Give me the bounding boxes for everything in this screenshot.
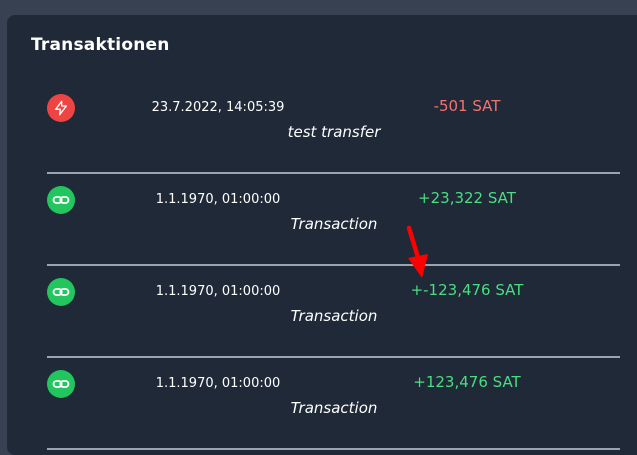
transaction-date: 1.1.1970, 01:00:00: [155, 376, 281, 391]
lightning-icon: [47, 94, 75, 122]
transaction-memo: test transfer: [287, 123, 381, 141]
transaction-date: 1.1.1970, 01:00:00: [155, 284, 281, 299]
transaction-amount: +23,322 SAT: [418, 189, 516, 207]
transaction-memo: Transaction: [290, 307, 378, 325]
transaction-row[interactable]: 1.1.1970, 01:00:00 +-123,476 SAT Transac…: [47, 266, 620, 358]
red-arrow-annotation: [406, 225, 428, 278]
row-divider: [47, 448, 620, 450]
transaction-memo: Transaction: [290, 399, 378, 417]
transaction-amount: -501 SAT: [433, 97, 501, 115]
transaction-row[interactable]: 1.1.1970, 01:00:00 +123,476 SAT Transact…: [47, 358, 620, 450]
transaction-amount: +-123,476 SAT: [410, 281, 524, 299]
transaction-date: 1.1.1970, 01:00:00: [155, 192, 281, 207]
link-icon: [47, 370, 75, 398]
transaction-date: 23.7.2022, 14:05:39: [151, 100, 285, 115]
link-icon: [47, 278, 75, 306]
card-title: Transaktionen: [31, 35, 170, 55]
transactions-card: Transaktionen 23.7.2022, 14:05:39 -501 S…: [7, 15, 637, 455]
link-icon: [47, 186, 75, 214]
transaction-memo: Transaction: [290, 215, 378, 233]
transaction-amount: +123,476 SAT: [413, 373, 521, 391]
transaction-row[interactable]: 1.1.1970, 01:00:00 +23,322 SAT Transacti…: [47, 174, 620, 266]
transaction-row[interactable]: 23.7.2022, 14:05:39 -501 SAT test transf…: [47, 82, 620, 174]
